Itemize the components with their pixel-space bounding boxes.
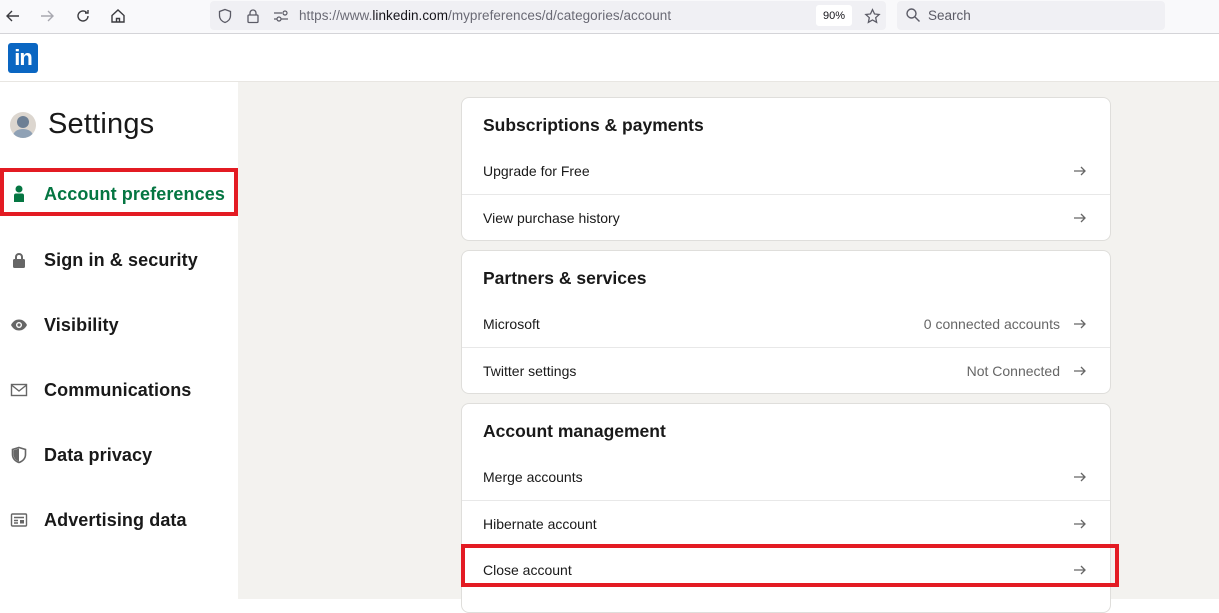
sidebar-item-communications[interactable]: Communications — [0, 368, 238, 412]
linkedin-header: in — [0, 35, 1219, 82]
settings-sidebar: Settings Account preferences Sign in & s… — [0, 82, 238, 599]
home-icon — [111, 9, 125, 23]
settings-header: Settings — [10, 108, 154, 141]
search-icon — [906, 8, 920, 22]
url-path: /mypreferences/d/categories/account — [448, 8, 672, 23]
reload-button[interactable] — [71, 5, 95, 27]
card-title: Partners & services — [483, 268, 647, 288]
arrow-right-icon — [1074, 366, 1086, 375]
sidebar-item-label: Data privacy — [44, 444, 153, 465]
sidebar-item-label: Sign in & security — [44, 249, 198, 270]
row-label: Microsoft — [483, 316, 540, 332]
url-host: linkedin.com — [372, 8, 449, 23]
arrow-right-icon — [1074, 519, 1086, 528]
shield-icon — [9, 445, 29, 465]
row-twitter-settings[interactable]: Twitter settings Not Connected — [462, 347, 1110, 393]
card-title: Subscriptions & payments — [483, 115, 704, 135]
sidebar-item-label: Advertising data — [44, 509, 187, 530]
star-icon — [863, 7, 881, 24]
browser-toolbar: https://www.linkedin.com/mypreferences/d… — [0, 0, 1219, 34]
row-hibernate-account[interactable]: Hibernate account — [462, 500, 1110, 546]
arrow-right-icon — [1074, 319, 1086, 329]
tracking-shield-icon[interactable] — [216, 7, 234, 25]
row-view-purchase-history[interactable]: View purchase history — [462, 194, 1110, 240]
arrow-right-icon — [1074, 565, 1086, 574]
url-text[interactable]: https://www.linkedin.com/mypreferences/d… — [299, 8, 671, 23]
arrow-left-icon — [6, 10, 19, 22]
sidebar-item-advertising-data[interactable]: Advertising data — [0, 498, 238, 542]
sidebar-item-sign-in-security[interactable]: Sign in & security — [0, 238, 238, 282]
card-account-management: Account management Merge accounts Hibern… — [461, 403, 1111, 613]
avatar[interactable] — [10, 111, 36, 138]
zoom-level-badge[interactable]: 90% — [816, 5, 852, 26]
row-label: View purchase history — [483, 209, 620, 226]
arrow-right-icon — [1074, 472, 1086, 482]
sidebar-item-data-privacy[interactable]: Data privacy — [0, 433, 238, 477]
url-bar[interactable]: https://www.linkedin.com/mypreferences/d… — [210, 1, 886, 30]
row-value: 0 connected accounts — [923, 316, 1060, 332]
back-button[interactable] — [1, 5, 25, 27]
newspaper-icon — [9, 510, 29, 530]
row-label: Hibernate account — [483, 515, 597, 532]
eye-icon — [9, 315, 29, 335]
row-label: Upgrade for Free — [483, 163, 590, 179]
sidebar-item-visibility[interactable]: Visibility — [0, 303, 238, 347]
browser-search-bar[interactable]: Search — [897, 1, 1165, 30]
card-subscriptions-payments: Subscriptions & payments Upgrade for Fre… — [461, 97, 1111, 241]
search-placeholder: Search — [928, 8, 971, 23]
forward-button[interactable] — [35, 5, 59, 27]
sidebar-item-account-preferences[interactable]: Account preferences — [0, 172, 238, 216]
envelope-icon — [9, 380, 29, 400]
sidebar-item-label: Communications — [44, 379, 192, 400]
row-merge-accounts[interactable]: Merge accounts — [462, 454, 1110, 500]
sidebar-item-label: Account preferences — [44, 183, 225, 204]
linkedin-logo[interactable]: in — [8, 43, 38, 73]
settings-main: Subscriptions & payments Upgrade for Fre… — [238, 82, 1219, 613]
url-scheme: https://www. — [299, 8, 373, 23]
bookmark-star-button[interactable] — [862, 6, 882, 26]
card-title: Account management — [483, 421, 666, 441]
person-icon — [9, 184, 29, 204]
row-close-account[interactable]: Close account — [462, 546, 1110, 592]
row-microsoft[interactable]: Microsoft 0 connected accounts — [462, 301, 1110, 347]
home-button[interactable] — [106, 5, 130, 27]
permissions-icon[interactable] — [272, 7, 290, 25]
arrow-right-icon — [1074, 213, 1086, 222]
row-value: Not Connected — [966, 362, 1060, 379]
sidebar-item-label: Visibility — [44, 314, 119, 335]
reload-icon — [77, 10, 89, 22]
arrow-right-icon — [41, 10, 54, 22]
row-label: Close account — [483, 561, 572, 578]
row-label: Merge accounts — [483, 469, 583, 485]
page-title: Settings — [48, 108, 155, 140]
row-upgrade-for-free[interactable]: Upgrade for Free — [462, 148, 1110, 194]
arrow-right-icon — [1074, 166, 1086, 176]
card-partners-services: Partners & services Microsoft 0 connecte… — [461, 250, 1111, 394]
row-label: Twitter settings — [483, 362, 577, 379]
padlock-icon[interactable] — [244, 7, 262, 25]
lock-icon — [9, 250, 29, 270]
